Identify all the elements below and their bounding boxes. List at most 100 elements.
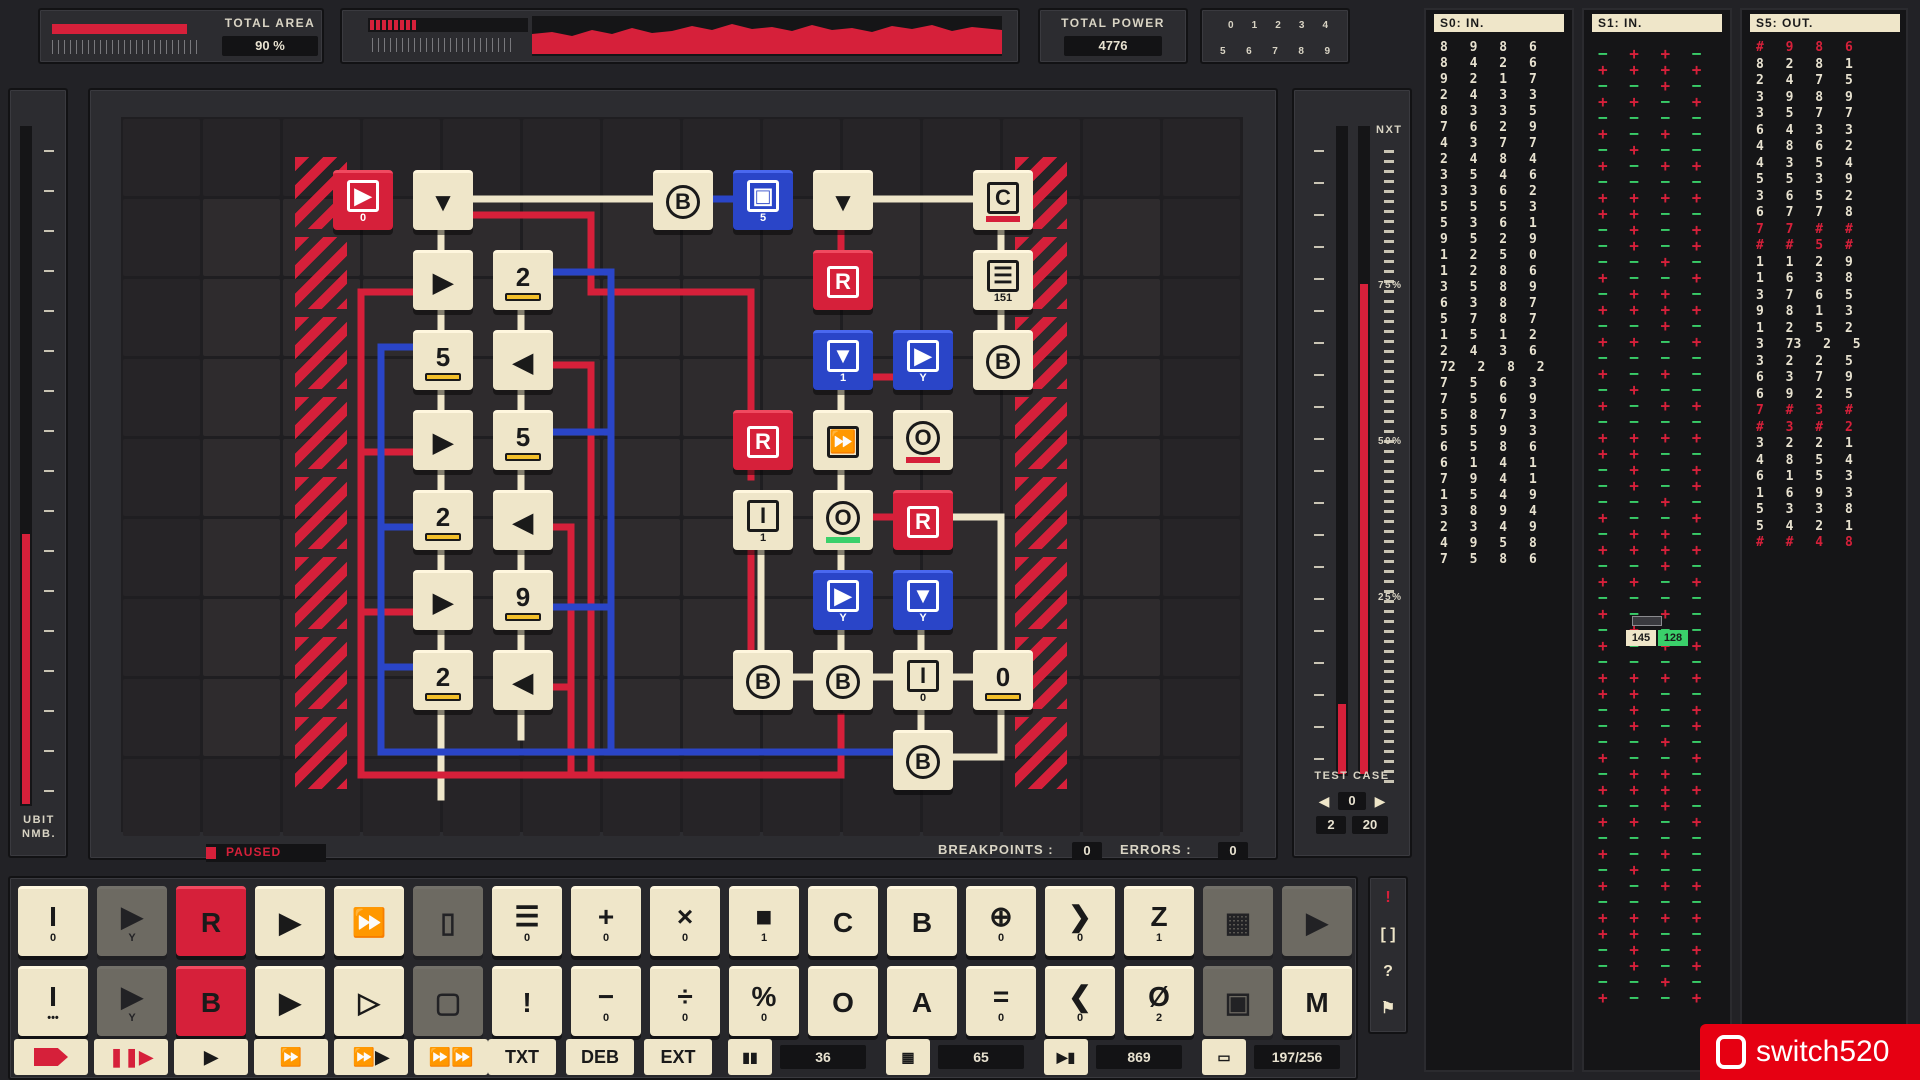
palette-chip[interactable]: ☰ 0 xyxy=(492,886,562,956)
circuit-grid[interactable]: ▶ 0 ▼ B ▣ 5 ▼ C ▶ 2 R ☰ 151 5 ◀ ▼ 1 ▶ Y B ▶ 5 R ⏩ O 2 ◀ I 1 O R ▶ 9 ▶ Y ▼ Y 2… xyxy=(121,117,1243,836)
side-tool-button[interactable]: ⚑ xyxy=(1374,995,1402,1023)
step-button[interactable]: ▶ xyxy=(174,1039,248,1075)
chip-t28[interactable]: ▶ Y xyxy=(813,570,873,630)
chip-t6[interactable]: C xyxy=(973,170,1033,230)
fast-button[interactable]: ⏩ xyxy=(254,1039,328,1075)
palette-chip[interactable]: M xyxy=(1282,966,1352,1036)
pause-button[interactable]: ❚❚▶ xyxy=(94,1039,168,1075)
palette-chip[interactable]: ▶ xyxy=(1282,886,1352,956)
palette-chip[interactable]: I ••• xyxy=(18,966,88,1036)
palette-chip[interactable]: ❮ 0 xyxy=(1045,966,1115,1036)
palette-glyph: ⏩ xyxy=(351,906,387,938)
side-tools: ! [ ]? ⚑ xyxy=(1368,876,1408,1034)
palette-chip[interactable]: × 0 xyxy=(650,886,720,956)
palette-chip[interactable]: I0 xyxy=(18,886,88,956)
palette-chip[interactable]: Ø2 xyxy=(1124,966,1194,1036)
chip-t31[interactable]: ◀ xyxy=(493,650,553,710)
palette-chip[interactable]: ▶ Y xyxy=(97,966,167,1036)
total-power-value: 4776 xyxy=(1064,36,1162,56)
chip-glyph: 0 xyxy=(995,661,1011,692)
palette-chip[interactable]: R xyxy=(176,886,246,956)
chip-t24[interactable]: O xyxy=(813,490,873,550)
chip-t32[interactable]: B xyxy=(733,650,793,710)
chip-t27[interactable]: 9 xyxy=(493,570,553,630)
fastest-button[interactable]: ⏩⏩ xyxy=(414,1039,488,1075)
palette-chip[interactable]: ⏩ xyxy=(334,886,404,956)
palette-chip[interactable]: B xyxy=(176,966,246,1036)
palette-chip[interactable]: ▦ xyxy=(1203,886,1273,956)
chip-t13[interactable]: ▼ 1 xyxy=(813,330,873,390)
chip-t29[interactable]: ▼ Y xyxy=(893,570,953,630)
palette-chip[interactable]: ▶ Y xyxy=(97,886,167,956)
chip-t9[interactable]: R xyxy=(813,250,873,310)
area-ruler xyxy=(52,40,202,54)
palette-chip[interactable]: Z1 xyxy=(1124,886,1194,956)
faster-button[interactable]: ⏩▶ xyxy=(334,1039,408,1075)
palette-chip[interactable]: ■ 1 xyxy=(729,886,799,956)
palette-chip[interactable]: ⊕ 0 xyxy=(966,886,1036,956)
palette-chip[interactable]: ▢ xyxy=(413,966,483,1036)
chip-t36[interactable]: B xyxy=(893,730,953,790)
palette-chip[interactable]: ▶ xyxy=(255,886,325,956)
palette-chip[interactable]: C xyxy=(808,886,878,956)
chip-t25[interactable]: R xyxy=(893,490,953,550)
chip-glyph: O xyxy=(826,500,860,535)
scale-25: 25% xyxy=(1378,592,1403,603)
palette-chip[interactable]: ▷ xyxy=(334,966,404,1036)
chip-t22[interactable]: ◀ xyxy=(493,490,553,550)
palette-chip[interactable]: B xyxy=(887,886,957,956)
palette-chip[interactable]: ❯ 0 xyxy=(1045,886,1115,956)
palette-chip[interactable]: +0 xyxy=(571,886,641,956)
chip-t7[interactable]: ▶ xyxy=(413,250,473,310)
chip-t17[interactable]: 5 xyxy=(493,410,553,470)
test-case-next-button[interactable]: ▶ xyxy=(1372,792,1388,810)
chip-t20[interactable]: O xyxy=(893,410,953,470)
palette-chip[interactable]: ÷ 0 xyxy=(650,966,720,1036)
chip-t1[interactable]: ▶ 0 xyxy=(333,170,393,230)
txt-button[interactable]: TXT xyxy=(488,1039,556,1075)
palette-chip[interactable]: A xyxy=(887,966,957,1036)
chip-t26[interactable]: ▶ xyxy=(413,570,473,630)
chip-t12[interactable]: ◀ xyxy=(493,330,553,390)
chip-value: Y xyxy=(919,371,927,384)
chip-t8[interactable]: 2 xyxy=(493,250,553,310)
palette-chip[interactable]: ▣ xyxy=(1203,966,1273,1036)
palette-chip[interactable]: −0 xyxy=(571,966,641,1036)
palette-chip[interactable]: ▶ xyxy=(255,966,325,1036)
chip-t14[interactable]: ▶ Y xyxy=(893,330,953,390)
chip-t34[interactable]: I0 xyxy=(893,650,953,710)
chip-t3[interactable]: B xyxy=(653,170,713,230)
palette-chip[interactable]: O xyxy=(808,966,878,1036)
palette-glyph: + xyxy=(597,900,615,932)
chip-t2[interactable]: ▼ xyxy=(413,170,473,230)
chip-t21[interactable]: 2 xyxy=(413,490,473,550)
palette-chip[interactable]: ▯ xyxy=(413,886,483,956)
data-row: 2 3 4 9 xyxy=(1440,520,1537,535)
side-tool-button[interactable]: [ ] xyxy=(1374,921,1402,949)
palette-chip[interactable]: % 0 xyxy=(729,966,799,1036)
chip-t33[interactable]: B xyxy=(813,650,873,710)
chip-t19[interactable]: ⏩ xyxy=(813,410,873,470)
chip-t11[interactable]: 5 xyxy=(413,330,473,390)
chip-t18[interactable]: R xyxy=(733,410,793,470)
s1-title: S1: IN. xyxy=(1592,14,1722,32)
stop-button[interactable] xyxy=(14,1039,88,1075)
chip-t23[interactable]: I1 xyxy=(733,490,793,550)
chip-t30[interactable]: 2 xyxy=(413,650,473,710)
palette-glyph: = xyxy=(992,980,1010,1012)
deb-button[interactable]: DEB xyxy=(566,1039,634,1075)
chip-t10[interactable]: ☰ 151 xyxy=(973,250,1033,310)
chip-t4[interactable]: ▣ 5 xyxy=(733,170,793,230)
data-row: 1 2 5 2 xyxy=(1756,320,1853,336)
side-tool-button[interactable]: ! xyxy=(1374,884,1402,912)
side-tool-button[interactable]: ? xyxy=(1374,958,1402,986)
palette-value: 0 xyxy=(681,931,689,944)
palette-chip[interactable]: = 0 xyxy=(966,966,1036,1036)
chip-t16[interactable]: ▶ xyxy=(413,410,473,470)
ext-button[interactable]: EXT xyxy=(644,1039,712,1075)
test-case-prev-button[interactable]: ◀ xyxy=(1316,792,1332,810)
chip-t35[interactable]: 0 xyxy=(973,650,1033,710)
palette-chip[interactable]: ! xyxy=(492,966,562,1036)
chip-t15[interactable]: B xyxy=(973,330,1033,390)
chip-t5[interactable]: ▼ xyxy=(813,170,873,230)
